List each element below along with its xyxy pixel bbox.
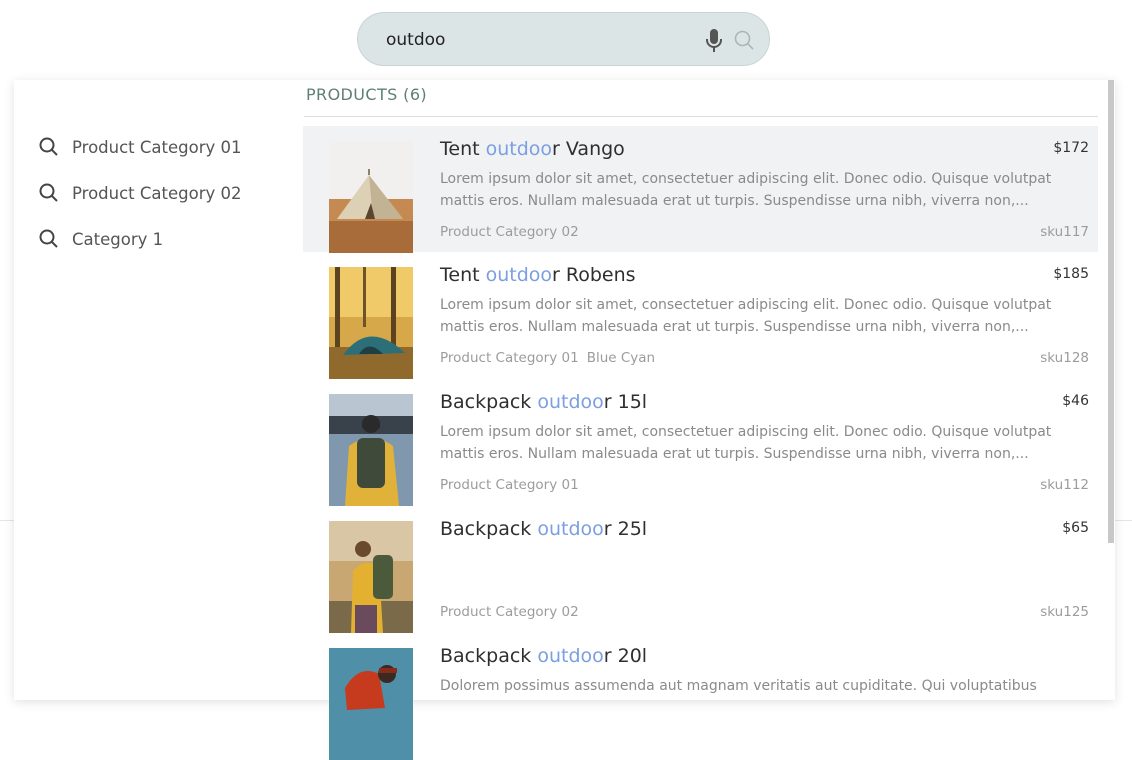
product-price: $65 (1062, 520, 1089, 536)
suggestion-item[interactable]: Category 1 (38, 216, 288, 262)
product-results: Tent outdoor Vango $172 Lorem ipsum dolo… (303, 126, 1098, 760)
product-category: Product Category 01 Blue Cyan (440, 350, 655, 366)
product-description: Lorem ipsum dolor sit amet, consectetuer… (440, 421, 1090, 465)
title-highlight: outdoo (537, 518, 604, 540)
search-icon (39, 183, 58, 202)
hiker-backpack-photo (329, 521, 413, 633)
product-sku: sku117 (1040, 224, 1089, 240)
product-price: $172 (1053, 140, 1089, 156)
product-title: Tent outdoor Vango (440, 138, 625, 160)
product-category: Product Category 02 (440, 604, 587, 620)
product-title: Backpack outdoor 25l (440, 518, 647, 540)
product-item[interactable]: Backpack outdoor 20l Dolorem possimus as… (303, 633, 1098, 760)
description-line: mattis eros. Nullam malesuada erat ut tu… (440, 193, 1029, 209)
red-backpack-photo (329, 648, 413, 760)
title-text: Backpack (440, 645, 538, 667)
title-text: Tent (440, 264, 486, 286)
product-image (329, 141, 413, 253)
description-line: mattis eros. Nullam malesuada erat ut tu… (440, 446, 1029, 462)
product-title: Tent outdoor Robens (440, 264, 636, 286)
search-bar (357, 12, 770, 66)
product-image (329, 648, 413, 760)
description-line: Lorem ipsum dolor sit amet, consectetuer… (440, 171, 1052, 187)
scrollbar[interactable] (1108, 80, 1114, 543)
search-icon (39, 137, 58, 156)
title-text: Backpack (440, 518, 538, 540)
search-results-dropdown: Product Category 01 Product Category 02 … (14, 80, 1115, 760)
product-image (329, 521, 413, 633)
description-line: Lorem ipsum dolor sit amet, consectetuer… (440, 297, 1052, 313)
microphone-icon[interactable] (704, 28, 724, 54)
product-sku: sku128 (1040, 350, 1089, 366)
product-tags: Blue Cyan (586, 350, 656, 366)
search-input[interactable] (386, 27, 686, 53)
product-title: Backpack outdoor 15l (440, 391, 647, 413)
title-highlight: outdoo (485, 264, 553, 286)
product-description: Lorem ipsum dolor sit amet, consectetuer… (440, 168, 1090, 212)
product-description: Dolorem possimus assumenda aut magnam ve… (440, 675, 1090, 697)
product-image (329, 267, 413, 379)
product-category: Product Category 01 (440, 477, 587, 493)
suggestion-item[interactable]: Product Category 02 (38, 170, 288, 216)
category-label: Product Category 01 (440, 350, 579, 366)
title-text: r Vango (552, 138, 625, 160)
title-highlight: outdoo (537, 645, 604, 667)
description-line: mattis eros. Nullam malesuada erat ut tu… (440, 319, 1029, 335)
product-item[interactable]: Tent outdoor Robens $185 Lorem ipsum dol… (303, 252, 1098, 379)
title-text: r 25l (603, 518, 648, 540)
product-sku: sku112 (1040, 477, 1089, 493)
description-line: Lorem ipsum dolor sit amet, consectetuer… (440, 424, 1052, 440)
product-item[interactable]: Backpack outdoor 25l $65 Product Categor… (303, 506, 1098, 633)
product-category: Product Category 02 (440, 224, 587, 240)
title-highlight: outdoo (537, 391, 604, 413)
category-label: Product Category 02 (440, 604, 579, 620)
search-icon (39, 229, 58, 248)
product-price: $185 (1053, 266, 1089, 282)
title-highlight: outdoo (485, 138, 553, 160)
suggestion-label: Product Category 02 (72, 183, 242, 203)
products-heading: PRODUCTS (6) (306, 85, 428, 104)
product-price: $46 (1062, 393, 1089, 409)
title-text: r 15l (603, 391, 648, 413)
product-sku: sku125 (1040, 604, 1089, 620)
backpack-lake-photo (329, 394, 413, 506)
dome-tent-photo (329, 267, 413, 379)
description-line: Dolorem possimus assumenda aut magnam ve… (440, 678, 1037, 694)
title-text: r 20l (603, 645, 648, 667)
product-image (329, 394, 413, 506)
category-label: Product Category 01 (440, 477, 579, 493)
heading-divider (304, 116, 1098, 117)
title-text: Tent (440, 138, 486, 160)
suggestion-list: Product Category 01 Product Category 02 … (38, 124, 288, 262)
product-item[interactable]: Backpack outdoor 15l $46 Lorem ipsum dol… (303, 379, 1098, 506)
suggestion-label: Category 1 (72, 229, 164, 249)
title-text: Backpack (440, 391, 538, 413)
product-description: Lorem ipsum dolor sit amet, consectetuer… (440, 294, 1090, 338)
bell-tent-photo (329, 141, 413, 253)
suggestion-item[interactable]: Product Category 01 (38, 124, 288, 170)
suggestion-label: Product Category 01 (72, 137, 242, 157)
category-label: Product Category 02 (440, 224, 579, 240)
product-title: Backpack outdoor 20l (440, 645, 647, 667)
search-icon[interactable] (733, 29, 755, 51)
product-item[interactable]: Tent outdoor Vango $172 Lorem ipsum dolo… (303, 126, 1098, 253)
title-text: r Robens (552, 264, 636, 286)
